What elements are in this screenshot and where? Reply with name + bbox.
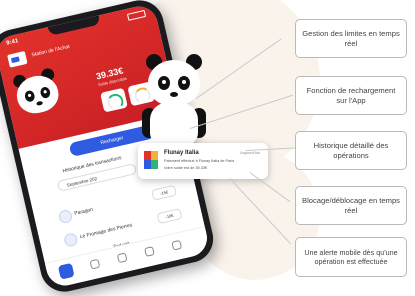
panda-nose [170, 92, 178, 97]
notification-merchant: Flunay Italia [164, 150, 199, 156]
notification-line: Votre solde est de 39.33€ [164, 166, 208, 170]
transaction-amount: -15€ [151, 184, 178, 201]
merchant-logo [144, 151, 158, 169]
user-icon[interactable] [171, 239, 183, 251]
transaction-label: Paragon [73, 206, 94, 217]
panda-eye [178, 76, 190, 90]
feature-callout: Fonction de rechargement sur l'App [295, 76, 407, 115]
merchant-icon [57, 208, 74, 225]
battery-icon [126, 9, 147, 21]
status-time: 9:41 [5, 38, 19, 47]
star-icon[interactable] [116, 252, 128, 264]
panda-eye [158, 76, 170, 90]
transaction-label: Le Fromage des Pierres [79, 222, 133, 241]
panda-head [148, 60, 200, 106]
home-icon[interactable] [57, 262, 75, 280]
feature-callout: Une alerte mobile dès qu'une opération e… [295, 237, 407, 277]
wallet-icon[interactable] [89, 258, 101, 270]
transaction-amount: -10€ [156, 208, 183, 225]
notification-popup[interactable]: Flunay Italia Aujourd'hui Paiement effec… [138, 143, 268, 179]
feature-callout: Blocage/déblocage en temps réel [295, 186, 407, 225]
feature-callout: Gestion des limites en temps réel [295, 19, 407, 58]
notification-line: Paiement effectué à Flunay Italia de Par… [164, 159, 235, 163]
panda-body [150, 102, 198, 146]
feature-callout: Historique détaillé des opérations [295, 131, 407, 170]
merchant-icon [63, 232, 79, 248]
chart-icon[interactable] [144, 246, 155, 257]
